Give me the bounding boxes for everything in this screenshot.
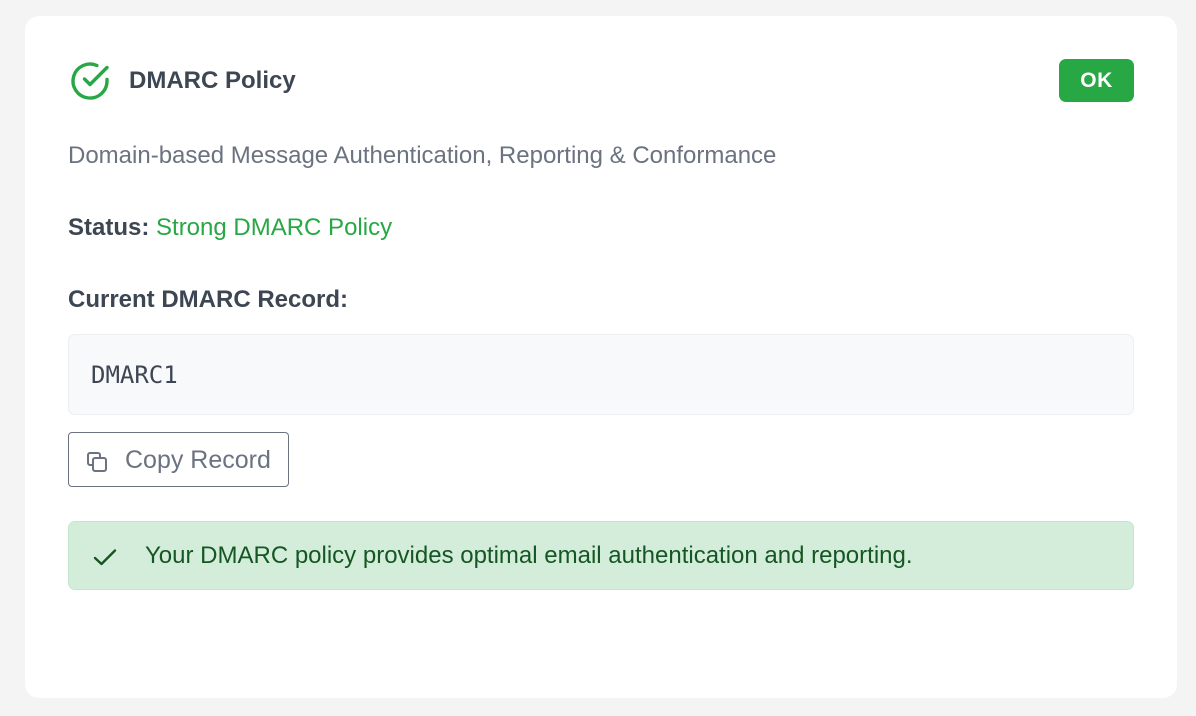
status-label: Status: bbox=[68, 214, 150, 241]
status-badge: OK bbox=[1059, 59, 1134, 102]
check-icon bbox=[92, 544, 118, 570]
card-description: Domain-based Message Authentication, Rep… bbox=[68, 142, 777, 169]
success-alert: Your DMARC policy provides optimal email… bbox=[68, 521, 1134, 590]
check-circle-icon bbox=[69, 60, 111, 102]
record-heading: Current DMARC Record: bbox=[68, 286, 349, 313]
alert-message: Your DMARC policy provides optimal email… bbox=[145, 542, 913, 569]
copy-record-button[interactable]: Copy Record bbox=[68, 432, 289, 487]
card-title: DMARC Policy bbox=[129, 67, 296, 94]
status-line: Status: Strong DMARC Policy bbox=[68, 212, 392, 244]
record-display: DMARC1 bbox=[68, 334, 1134, 415]
copy-icon bbox=[85, 450, 109, 474]
record-value: DMARC1 bbox=[91, 361, 178, 389]
status-value: Strong DMARC Policy bbox=[156, 214, 393, 241]
dmarc-policy-card: DMARC Policy OK Domain-based Message Aut… bbox=[25, 16, 1177, 698]
copy-record-label: Copy Record bbox=[125, 446, 271, 474]
